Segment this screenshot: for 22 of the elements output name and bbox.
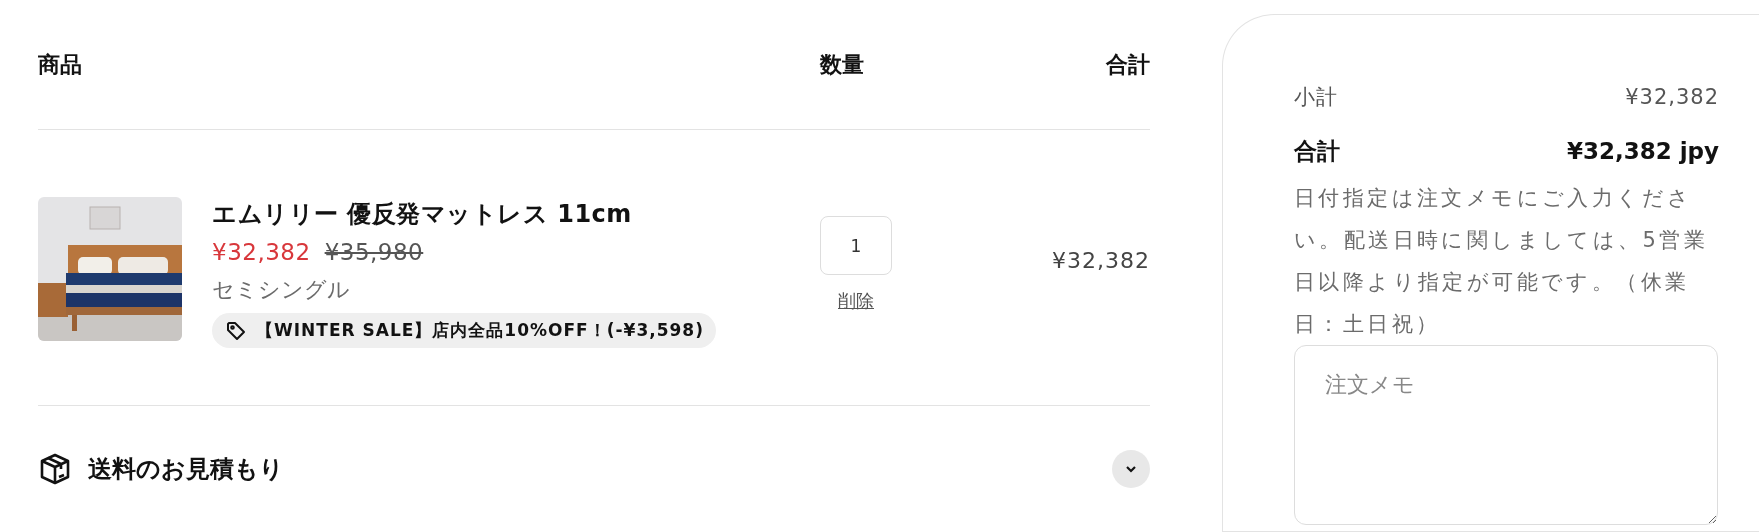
column-header: 商品 [38, 50, 83, 79]
product-title[interactable]: エムリリー 優反発マットレス 11cm [212, 197, 716, 231]
tag-icon [226, 320, 246, 341]
subtotal-label: 小計 [1294, 84, 1338, 111]
discount-text: 【WINTER SALE】店内全品10%OFF！(-¥3,598) [256, 319, 704, 342]
total-label: 合計 [1294, 136, 1340, 166]
remove-link[interactable]: 削除 [838, 289, 874, 313]
line-total: ¥32,382 [1052, 248, 1150, 273]
chevron-icon [1125, 464, 1137, 473]
quantity-field[interactable]: 1 [820, 216, 892, 275]
column-header: 数量 [820, 50, 864, 79]
delivery-note: 日付指定は注文メモにご入力ください。配送日時に関しましては、5営業日以降より指定が可能です。（休業日：土日祝） [1294, 185, 1710, 338]
variant-label: セミシングル [212, 276, 351, 304]
original-price: ¥35,980 [324, 239, 424, 265]
expand-button[interactable] [1112, 449, 1150, 488]
box-icon [38, 451, 72, 486]
column-header: 合計 [1106, 50, 1150, 79]
order-memo-field[interactable]: 注文メモ [1294, 345, 1718, 525]
shipping-estimate-label[interactable]: 送料のお見積もり [88, 452, 284, 485]
subtotal-value: ¥32,382 [1625, 85, 1719, 109]
sale-price: ¥32,382 [212, 239, 311, 265]
total-value: ¥32,382 jpy [1566, 138, 1719, 164]
